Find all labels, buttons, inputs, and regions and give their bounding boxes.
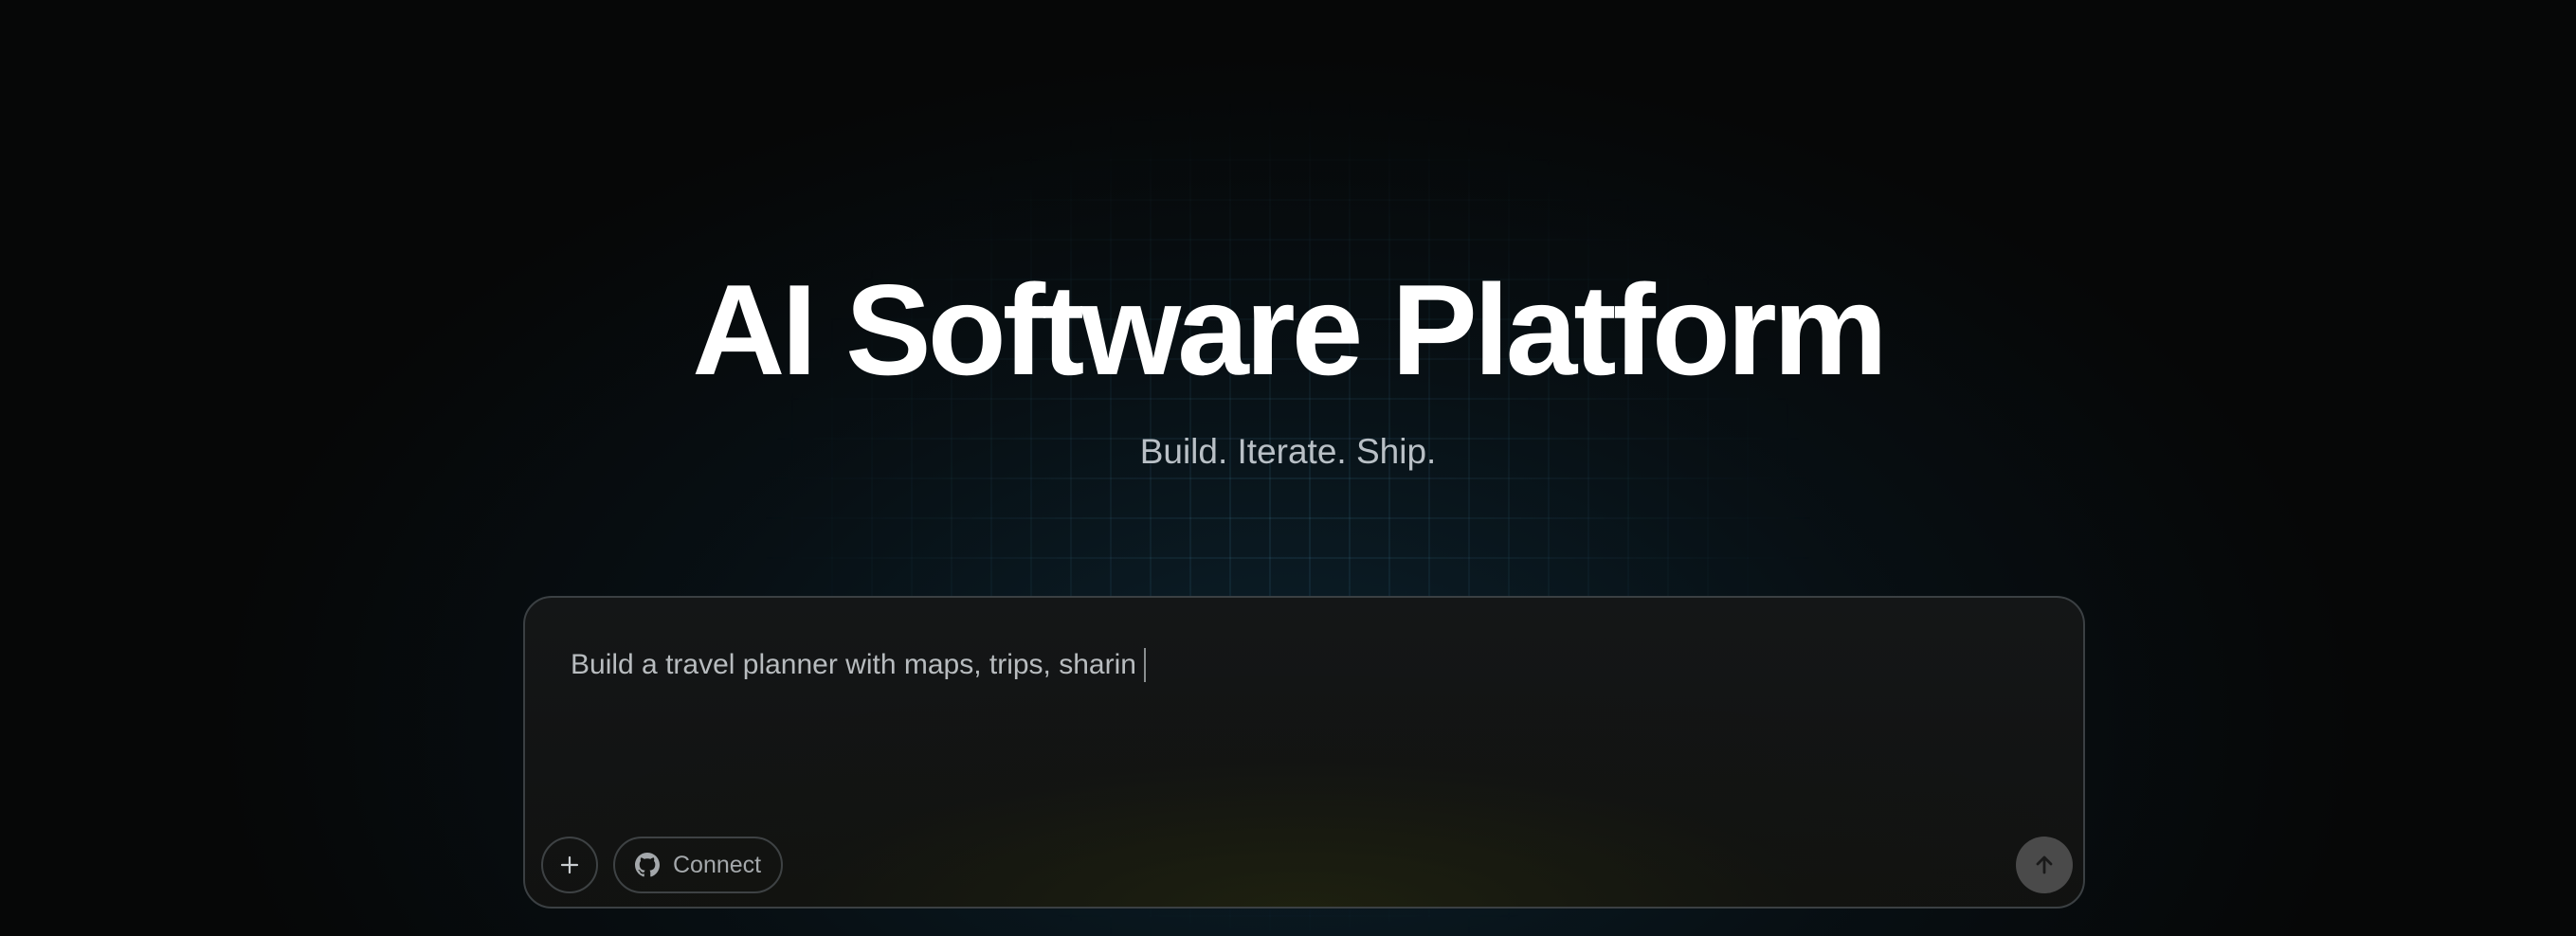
- hero-title: AI Software Platform: [692, 258, 1888, 402]
- plus-icon: [560, 855, 579, 874]
- text-caret: [1143, 648, 1146, 682]
- connect-label: Connect: [673, 851, 762, 878]
- hero-subtitle: Build. Iterate. Ship.: [1139, 432, 1437, 471]
- github-icon: [635, 853, 660, 877]
- prompt-input[interactable]: Build a travel planner with maps, trips,…: [571, 646, 1146, 684]
- prompt-input-box[interactable]: Build a travel planner with maps, trips,…: [523, 596, 2085, 909]
- arrow-up-icon: [2036, 855, 2053, 874]
- attach-button[interactable]: [541, 837, 598, 893]
- prompt-input-value: Build a travel planner with maps, trips,…: [571, 649, 1136, 680]
- connect-github-button[interactable]: Connect: [613, 837, 784, 893]
- send-button[interactable]: [2016, 837, 2073, 893]
- page: AI Software Platform Build. Iterate. Shi…: [0, 0, 2576, 936]
